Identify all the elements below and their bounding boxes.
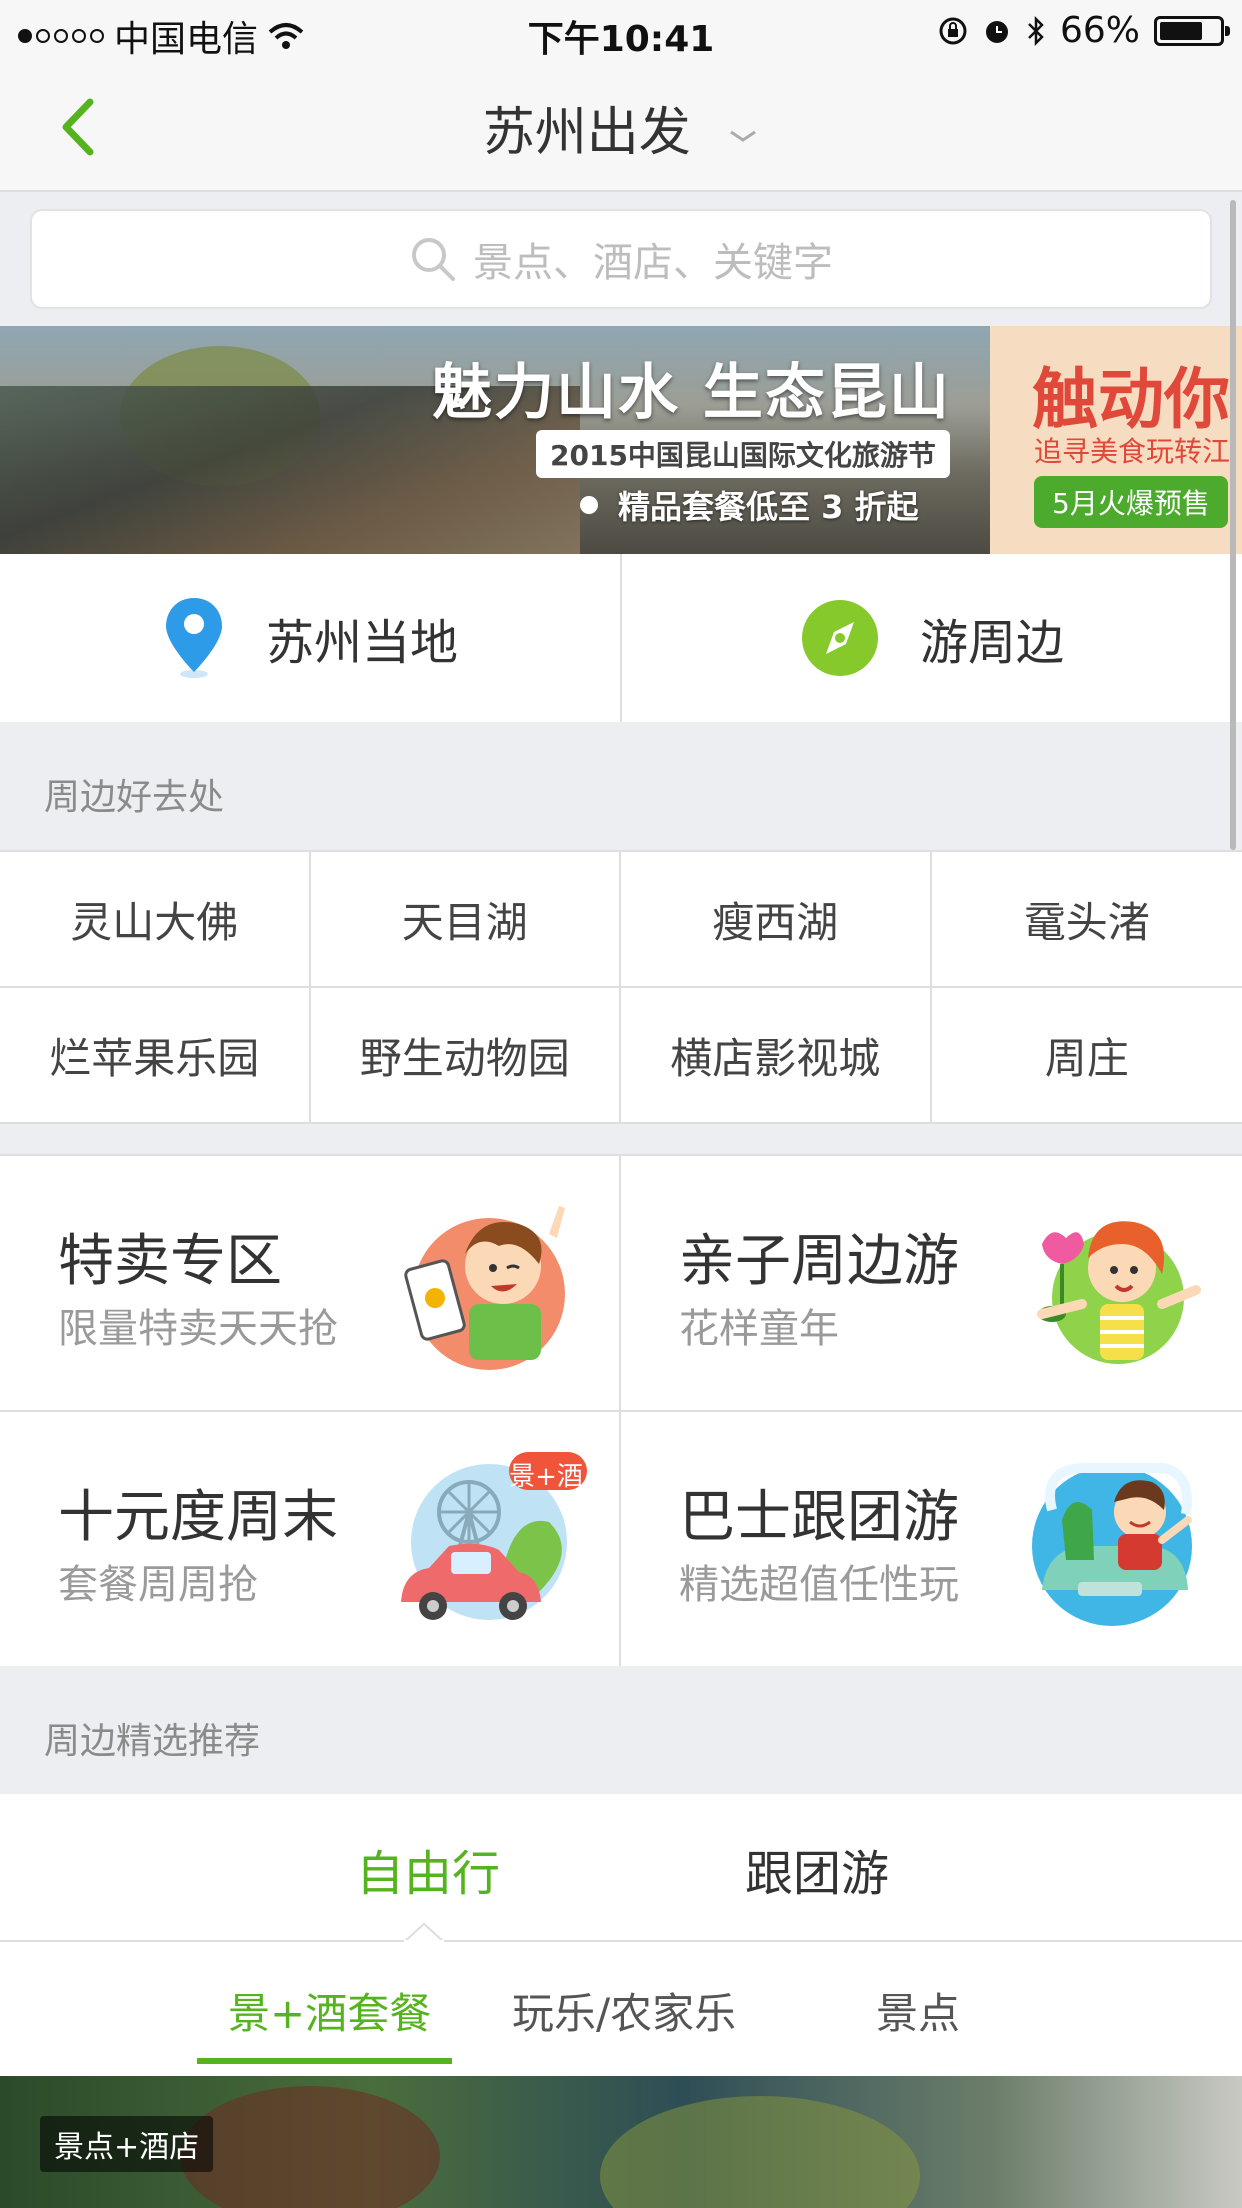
battery-percent: 66% — [1059, 10, 1140, 51]
destination-item[interactable]: 鼋头渚 — [931, 852, 1242, 988]
banner-title: 魅力山水 生态昆山 — [432, 358, 951, 428]
feature-title: 特卖专区 — [58, 1229, 282, 1294]
search-placeholder: 景点、酒店、关键字 — [473, 240, 833, 286]
category-subtabs: 景+酒套餐 玩乐/农家乐 景点 — [0, 1942, 1242, 2076]
page-title: 苏州出发 — [482, 103, 691, 163]
photo-foliage — [600, 2096, 920, 2208]
section-title: 周边精选推荐 — [44, 1721, 261, 1762]
banner-next-tag: 5月火爆预售 — [1034, 476, 1228, 528]
child-illustration-icon — [1037, 1221, 1201, 1364]
feature-subtitle: 套餐周周抢 — [58, 1562, 258, 1608]
feature-card-bus-tour[interactable]: 巴士跟团游 精选超值任性玩 — [621, 1412, 1242, 1668]
city-selector[interactable]: 苏州出发 — [0, 90, 1242, 165]
banner-slide-kunshan[interactable]: 魅力山水 生态昆山 2015中国昆山国际文化旅游节 精品套餐低至 3 折起 — [0, 326, 990, 554]
screen: 中国电信 下午10:41 66% 苏州出发 景点、酒店、关键字 魅力山水 生态昆… — [0, 0, 1242, 2208]
banner-next-title: 触动你 — [1032, 361, 1230, 438]
destination-item[interactable]: 瘦西湖 — [621, 852, 932, 988]
subtab-fun-farm[interactable]: 玩乐/农家乐 — [512, 1980, 736, 2041]
compass-icon — [801, 600, 878, 676]
feature-subtitle: 花样童年 — [679, 1306, 839, 1352]
chevron-down-icon — [730, 130, 757, 142]
quick-entry-label: 苏州当地 — [265, 615, 458, 671]
nav-bar: 苏州出发 — [0, 62, 1242, 192]
section-header-nearby: 周边好去处 — [0, 722, 1242, 852]
feature-subtitle: 限量特卖天天抢 — [58, 1306, 338, 1352]
battery-icon — [1154, 15, 1230, 46]
destination-item[interactable]: 灵山大佛 — [0, 852, 311, 988]
status-right: 66% — [938, 10, 1230, 51]
recommendation-photo[interactable]: 景点+酒店 — [0, 2076, 1242, 2208]
subtab-underline — [197, 2058, 452, 2064]
photo-foliage — [180, 2086, 440, 2208]
feature-title: 亲子周边游 — [679, 1229, 959, 1294]
section-header-recommend: 周边精选推荐 — [0, 1666, 1242, 1796]
search-icon — [412, 238, 455, 281]
quick-entry-label: 游周边 — [919, 615, 1064, 671]
alarm-icon — [985, 20, 1008, 43]
feature-subtitle: 精选超值任性玩 — [679, 1562, 959, 1608]
banner-slide-next[interactable]: 触动你 追寻美食玩转江 5月火爆预售 — [990, 326, 1242, 554]
quick-entry-nearby[interactable]: 游周边 — [620, 554, 1242, 722]
destination-item[interactable]: 周庄 — [932, 988, 1242, 1122]
feature-title: 巴士跟团游 — [679, 1485, 959, 1550]
feature-title: 十元度周末 — [58, 1485, 338, 1550]
subtab-hotel-package[interactable]: 景+酒套餐 — [228, 1980, 431, 2041]
flash-sale-illustration-icon — [404, 1206, 565, 1370]
search-area: 景点、酒店、关键字 — [0, 192, 1242, 326]
section-title: 周边好去处 — [44, 777, 225, 818]
active-tab-caret-icon — [404, 1922, 444, 1942]
banner-next-subtitle: 追寻美食玩转江 — [1034, 435, 1231, 468]
promo-banner[interactable]: 魅力山水 生态昆山 2015中国昆山国际文化旅游节 精品套餐低至 3 折起 触动… — [0, 326, 1242, 554]
status-bar: 中国电信 下午10:41 66% — [0, 0, 1242, 62]
banner-promo: 精品套餐低至 3 折起 — [580, 482, 919, 528]
scrollbar[interactable] — [1230, 200, 1236, 850]
photo-category-tag: 景点+酒店 — [40, 2116, 214, 2172]
destination-item[interactable]: 横店影视城 — [621, 988, 932, 1122]
destination-grid: 灵山大佛 天目湖 瘦西湖 鼋头渚 烂苹果乐园 野生动物园 横店影视城 周庄 — [0, 852, 1242, 1124]
carousel-dot — [580, 496, 598, 514]
hotel-package-badge: 景+酒 — [509, 1462, 583, 1492]
banner-subtitle: 2015中国昆山国际文化旅游节 — [536, 430, 950, 478]
location-pin-icon — [165, 598, 222, 678]
quick-entry-local[interactable]: 苏州当地 — [0, 554, 620, 722]
quick-entries: 苏州当地 游周边 — [0, 554, 1242, 724]
rotation-lock-icon — [939, 17, 967, 44]
destination-item[interactable]: 野生动物园 — [311, 988, 621, 1122]
trip-type-tabs: 自由行 跟团游 — [0, 1794, 1242, 1942]
bus-tour-illustration-icon — [1032, 1463, 1192, 1626]
search-input[interactable]: 景点、酒店、关键字 — [30, 209, 1212, 309]
feature-cards: 特卖专区 限量特卖天天抢 亲子周边游 花样童年 十元度周末 套餐周周抢 景+酒 … — [0, 1154, 1242, 1670]
banner-promo-text: 精品套餐低至 3 折起 — [618, 488, 919, 526]
subtab-attractions[interactable]: 景点 — [876, 1980, 960, 2041]
feature-card-family[interactable]: 亲子周边游 花样童年 — [621, 1156, 1242, 1412]
feature-card-flash-sale[interactable]: 特卖专区 限量特卖天天抢 — [0, 1156, 621, 1412]
destination-item[interactable]: 天目湖 — [310, 852, 621, 988]
tab-group-tour[interactable]: 跟团游 — [745, 1834, 889, 1904]
tab-self-guided[interactable]: 自由行 — [356, 1834, 500, 1904]
destination-item[interactable]: 烂苹果乐园 — [0, 988, 311, 1122]
feature-card-weekend[interactable]: 十元度周末 套餐周周抢 景+酒 — [0, 1412, 621, 1668]
bluetooth-icon — [1028, 15, 1044, 46]
